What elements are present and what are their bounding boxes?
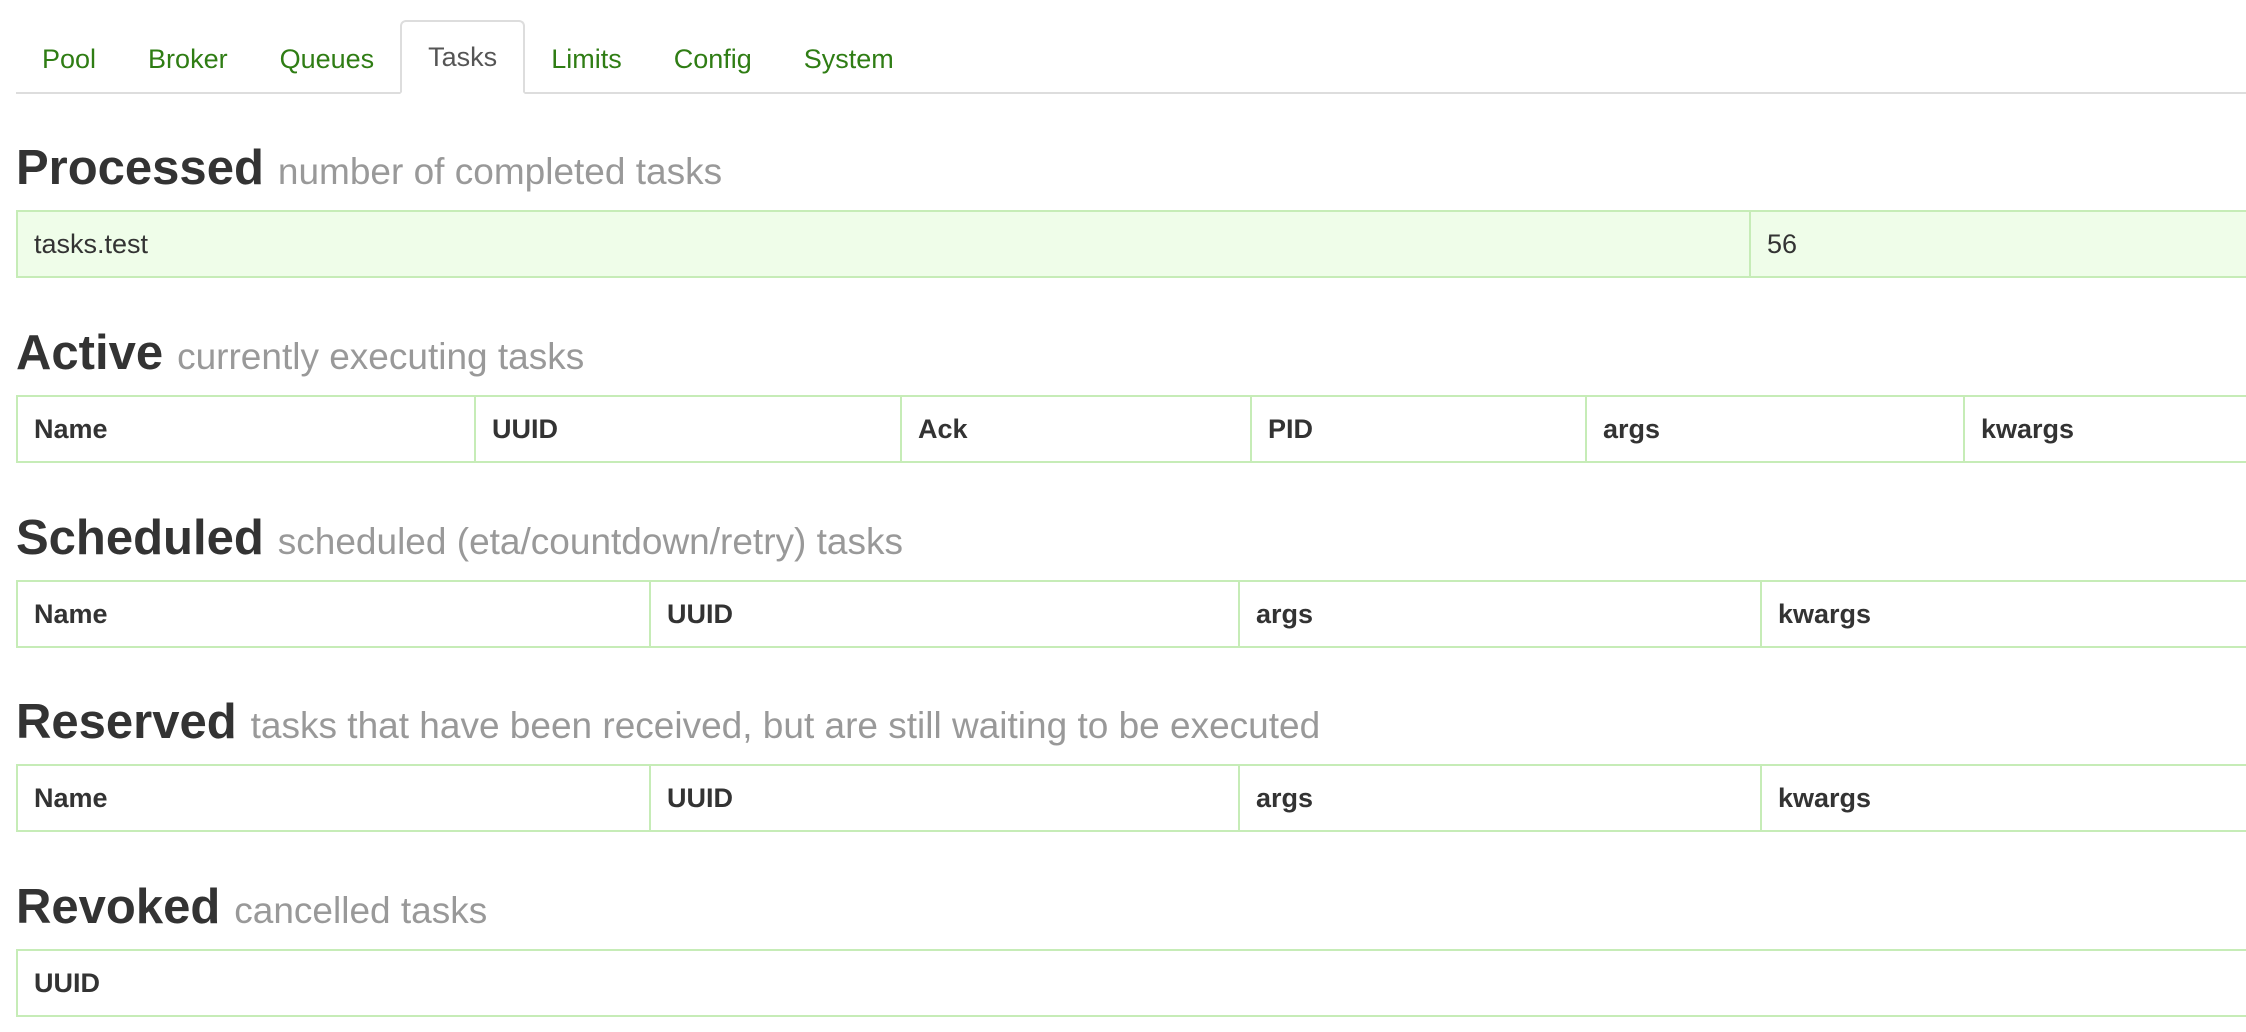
column-header-uuid: UUID	[649, 764, 1240, 832]
processed-heading: Processed number of completed tasks	[16, 138, 2246, 198]
reserved-heading: Reserved tasks that have been received, …	[16, 692, 2246, 752]
column-header-ack: Ack	[900, 395, 1252, 463]
tab-queues[interactable]: Queues	[254, 24, 401, 94]
tab-broker[interactable]: Broker	[122, 24, 254, 94]
tab-tasks[interactable]: Tasks	[400, 20, 526, 94]
column-header-uuid: UUID	[474, 395, 902, 463]
active-section: Active currently executing tasks Name UU…	[16, 323, 2246, 463]
worker-tasks-page: Pool Broker Queues Tasks Limits Config S…	[0, 0, 2246, 1032]
tab-pool[interactable]: Pool	[16, 24, 122, 94]
scheduled-section: Scheduled scheduled (eta/countdown/retry…	[16, 508, 2246, 648]
table-header-row: Name UUID args kwargs	[16, 764, 2246, 832]
task-count-cell: 56	[1749, 210, 2246, 278]
column-header-kwargs: kwargs	[1760, 764, 2246, 832]
processed-section: Processed number of completed tasks task…	[16, 138, 2246, 278]
task-name-cell: tasks.test	[16, 210, 1751, 278]
column-header-kwargs: kwargs	[1963, 395, 2246, 463]
revoked-table: UUID	[16, 949, 2246, 1017]
revoked-subtitle: cancelled tasks	[234, 890, 488, 931]
revoked-heading: Revoked cancelled tasks	[16, 877, 2246, 937]
column-header-args: args	[1238, 764, 1762, 832]
processed-title: Processed	[16, 141, 264, 195]
active-title: Active	[16, 326, 164, 380]
scheduled-subtitle: scheduled (eta/countdown/retry) tasks	[277, 521, 903, 562]
table-header-row: UUID	[16, 949, 2246, 1017]
tab-bar: Pool Broker Queues Tasks Limits Config S…	[16, 20, 2246, 94]
table-row: tasks.test 56	[16, 210, 2246, 278]
scheduled-table: Name UUID args kwargs	[16, 580, 2246, 648]
tab-system[interactable]: System	[778, 24, 920, 94]
column-header-args: args	[1585, 395, 1965, 463]
tab-limits[interactable]: Limits	[525, 24, 648, 94]
processed-subtitle: number of completed tasks	[277, 151, 723, 192]
column-header-kwargs: kwargs	[1760, 580, 2246, 648]
column-header-uuid: UUID	[16, 949, 2246, 1017]
reserved-section: Reserved tasks that have been received, …	[16, 692, 2246, 832]
reserved-title: Reserved	[16, 695, 237, 749]
table-header-row: Name UUID args kwargs	[16, 580, 2246, 648]
reserved-table: Name UUID args kwargs	[16, 764, 2246, 832]
reserved-subtitle: tasks that have been received, but are s…	[250, 705, 1321, 746]
scheduled-heading: Scheduled scheduled (eta/countdown/retry…	[16, 508, 2246, 568]
active-heading: Active currently executing tasks	[16, 323, 2246, 383]
active-table: Name UUID Ack PID args kwargs	[16, 395, 2246, 463]
scheduled-title: Scheduled	[16, 511, 264, 565]
revoked-title: Revoked	[16, 880, 221, 934]
column-header-uuid: UUID	[649, 580, 1240, 648]
column-header-name: Name	[16, 580, 651, 648]
revoked-section: Revoked cancelled tasks UUID	[16, 877, 2246, 1017]
column-header-args: args	[1238, 580, 1762, 648]
processed-table: tasks.test 56	[16, 210, 2246, 278]
column-header-name: Name	[16, 764, 651, 832]
table-header-row: Name UUID Ack PID args kwargs	[16, 395, 2246, 463]
column-header-name: Name	[16, 395, 476, 463]
column-header-pid: PID	[1250, 395, 1587, 463]
tab-config[interactable]: Config	[648, 24, 778, 94]
active-subtitle: currently executing tasks	[177, 336, 585, 377]
